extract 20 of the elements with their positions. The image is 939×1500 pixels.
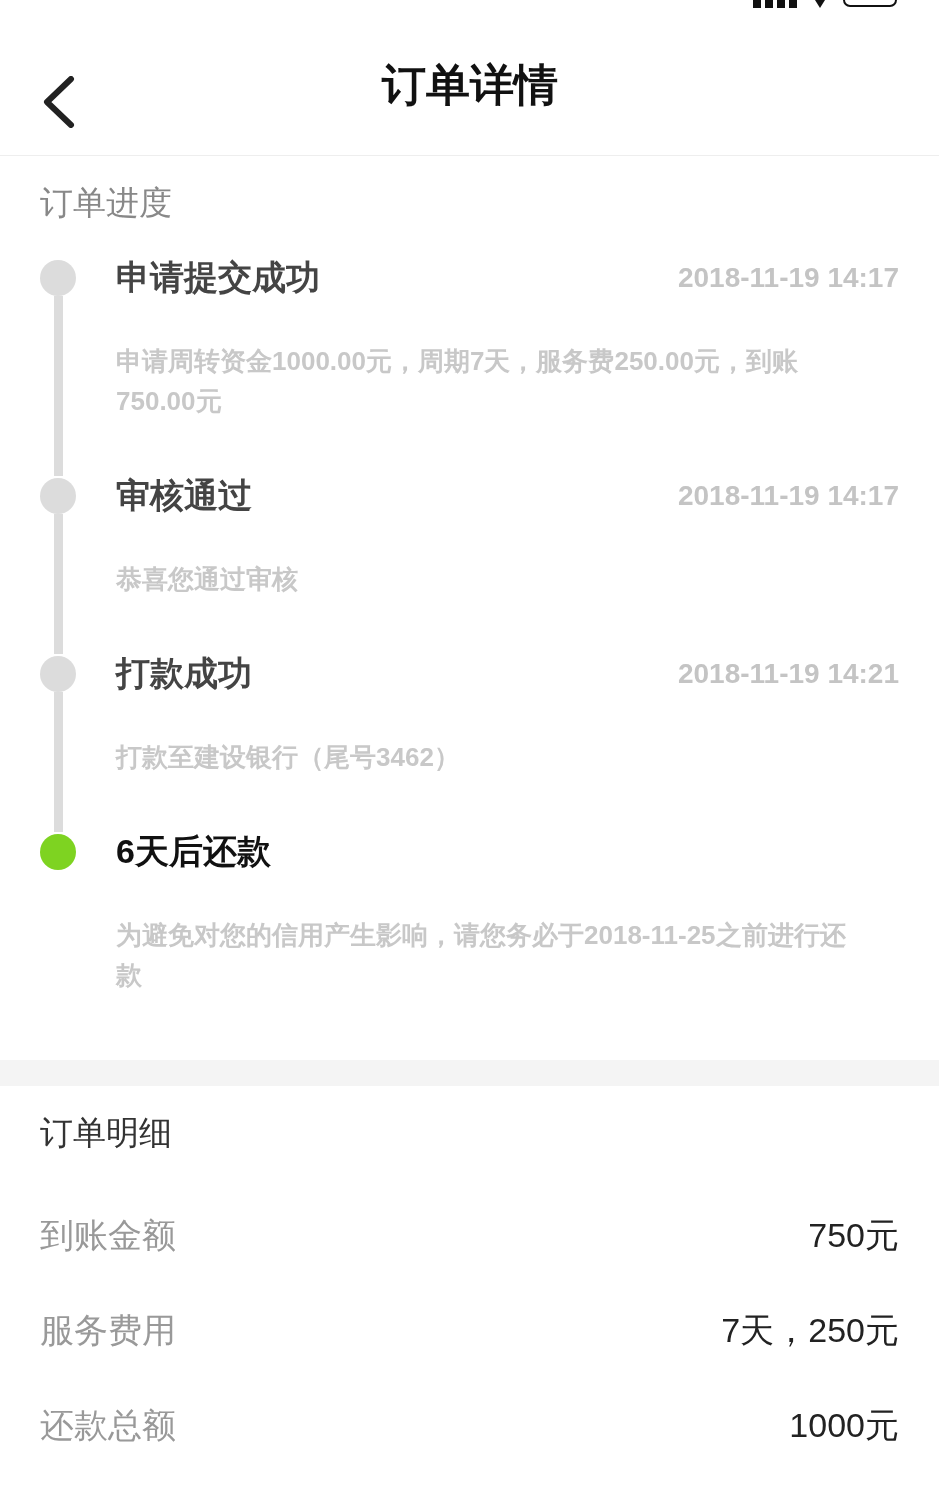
- page-title: 订单详情: [381, 58, 558, 111]
- detail-value: 7天，250元: [721, 1309, 899, 1351]
- signal-icon: [753, 0, 797, 8]
- section-title: 订单明细: [40, 1113, 172, 1151]
- detail-value: 750元: [808, 1214, 899, 1256]
- back-icon: [41, 76, 75, 128]
- step-time: 2018-11-19 14:21: [677, 656, 899, 691]
- step-title: 6天后还款: [116, 831, 271, 872]
- detail-label: 还款总额: [40, 1404, 176, 1446]
- step-title: 申请提交成功: [116, 257, 320, 298]
- wifi-icon: [813, 0, 827, 8]
- step-title: 审核通过: [116, 475, 252, 516]
- section-title: 订单进度: [40, 184, 172, 221]
- step-title: 打款成功: [116, 653, 252, 694]
- battery-icon: [843, 0, 899, 8]
- step-time: 2018-11-19 14:17: [677, 478, 899, 513]
- detail-value: 1000元: [789, 1404, 899, 1446]
- step-time: 2018-11-19 14:17: [677, 260, 899, 295]
- detail-label: 到账金额: [40, 1214, 176, 1256]
- detail-label: 服务费用: [40, 1309, 176, 1351]
